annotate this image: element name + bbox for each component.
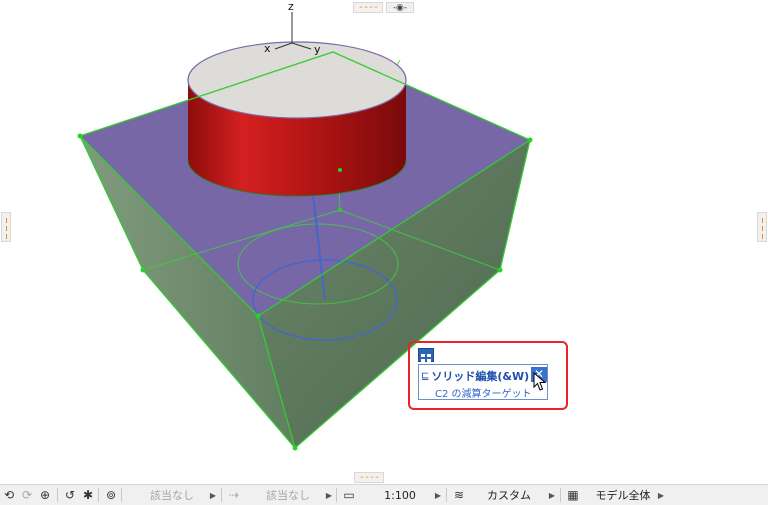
arrow-right-icon[interactable]: ▶ [208,487,218,503]
eye-icon: -◉- [392,2,408,13]
3d-viewport[interactable]: z x y ---- -◉- ---- ⊑ ソリッド編集(&W) C2 の減算タ… [0,0,768,484]
bottom-edge-tab[interactable]: ---- [354,472,384,483]
layers-icon[interactable]: ≋ [452,487,466,503]
popup-title-row[interactable]: ⊑ ソリッド編集(&W) [421,368,529,384]
zoom-fit-icon[interactable]: ⊚ [104,487,118,503]
solid-edit-icon: ⊑ [421,370,430,382]
popup-subtitle: C2 の減算ターゲット [435,389,532,400]
solid-edit-popup[interactable]: ⊑ ソリッド編集(&W) C2 の減算ターゲット ✕ [418,364,548,400]
right-edge-tab[interactable] [757,212,767,242]
arrow-right-icon[interactable]: ▶ [656,487,666,503]
view-toggle-tab[interactable]: -◉- [386,2,414,13]
axis-label-z: z [288,0,294,13]
orbit-icon[interactable]: ↺ [63,487,77,503]
status-bar: ⟲ ⟳ ⊕ ↺ ✱ ⊚ 該当なし ▶ ⇢ 該当なし ▶ ▭ 1:100 ▶ ≋ … [0,484,768,505]
redo-icon[interactable]: ⟳ [20,487,34,503]
arrow-right-icon[interactable]: ▶ [324,487,334,503]
scale-value[interactable]: 1:100 [370,487,430,503]
axis-label-y: y [314,43,321,56]
layer-combo[interactable]: カスタム [474,487,544,503]
mouse-cursor-icon [533,372,547,391]
view-value-2[interactable]: 該当なし [255,487,321,503]
zoom-in-icon[interactable]: ⊕ [38,487,52,503]
walk-icon[interactable]: ✱ [81,487,95,503]
arrow-right-icon[interactable]: ▶ [547,487,557,503]
popup-title: ソリッド編集(&W) [431,370,530,383]
popup-menu-icon[interactable] [418,348,434,362]
model-view-icon[interactable]: ▦ [566,487,580,503]
ruler-icon[interactable]: ▭ [342,487,356,503]
axis-label-x: x [264,42,271,55]
link-icon[interactable]: ⇢ [227,487,241,503]
arrow-right-icon[interactable]: ▶ [433,487,443,503]
view-value-1[interactable]: 該当なし [140,487,204,503]
left-edge-tab[interactable] [1,212,11,242]
3d-scene[interactable]: z x y [0,0,768,484]
model-view-value[interactable]: モデル全体 [588,487,658,503]
undo-icon[interactable]: ⟲ [2,487,16,503]
top-edge-tab[interactable]: ---- [353,2,383,13]
cylinder-top[interactable] [187,41,407,119]
